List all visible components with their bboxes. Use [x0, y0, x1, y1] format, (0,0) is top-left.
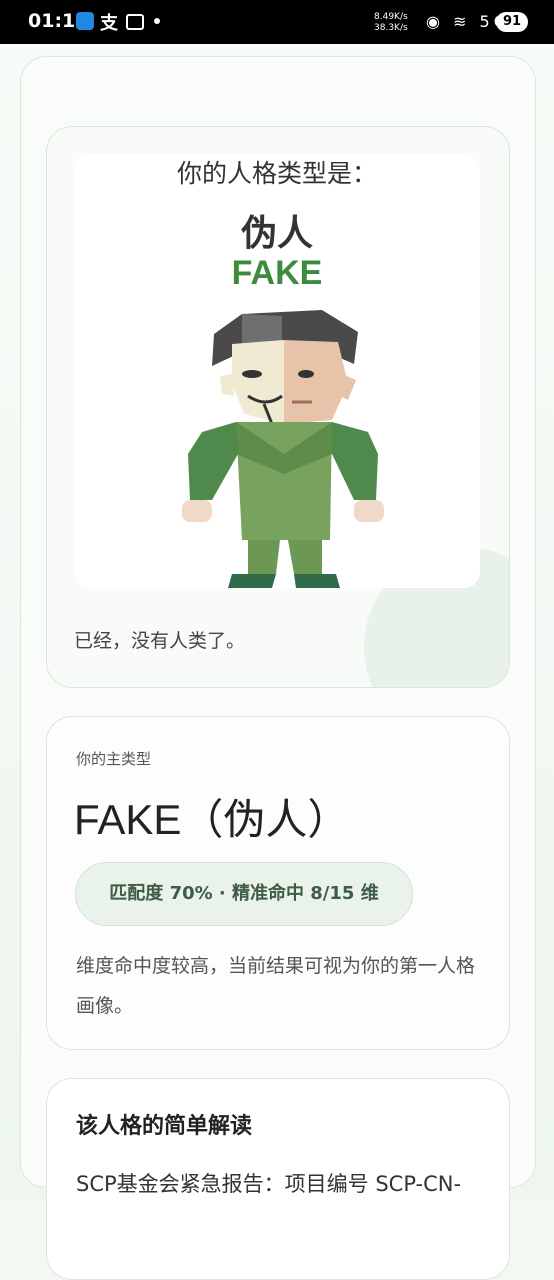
translate-app-icon: [76, 12, 94, 30]
main-type-label: 你的主类型: [76, 750, 152, 768]
network-speed: 8.49K/s 38.3K/s: [374, 12, 408, 34]
personality-poster: 你的人格类型是： 伪人 FAKE: [74, 154, 480, 588]
download-speed: 38.3K/s: [374, 23, 408, 33]
main-type-title: FAKE（伪人）: [74, 796, 350, 843]
scan-icon: [126, 14, 144, 30]
poster-heading: 你的人格类型是：: [176, 159, 377, 188]
fake-figure-illustration: [182, 310, 384, 588]
poster-chinese-name: 伪人: [240, 213, 313, 254]
hero-caption: 已经，没有人类了。: [74, 630, 246, 652]
poster-english-name: FAKE: [231, 254, 323, 292]
reading-body: SCP基金会紧急报告：项目编号 SCP-CN-: [76, 1172, 462, 1196]
notification-dot-icon: [154, 18, 160, 24]
battery-indicator: 91: [496, 12, 528, 32]
match-score-badge: 匹配度 70% · 精准命中 8/15 维: [75, 862, 413, 926]
alipay-icon: 支: [100, 13, 118, 34]
reading-title: 该人格的简单解读: [76, 1114, 253, 1139]
upload-speed: 8.49K/s: [374, 12, 408, 22]
status-bar: 01:19 支 8.49K/s 38.3K/s ◉ ≋ 5G 91: [0, 0, 554, 44]
main-type-description: 维度命中度较高，当前结果可视为你的第一人格画像。: [76, 955, 476, 1017]
